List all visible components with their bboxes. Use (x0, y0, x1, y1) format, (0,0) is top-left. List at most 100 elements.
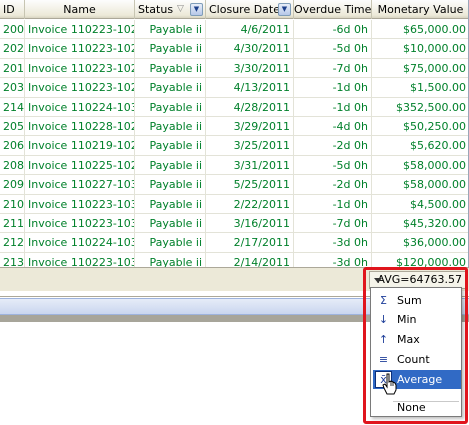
cell-status[interactable]: Payable ii (135, 136, 206, 156)
cell-closure-date[interactable]: 3/30/2011 (206, 58, 294, 78)
cell-id[interactable]: 209 (0, 175, 25, 195)
cell-name[interactable]: Invoice 110224-1035 (25, 97, 135, 117)
cell-closure-date[interactable]: 2/17/2011 (206, 233, 294, 253)
cell-closure-date[interactable]: 4/30/2011 (206, 39, 294, 59)
cell-overdue-time[interactable]: -1d 0h (294, 78, 372, 98)
table-row[interactable]: 214 Invoice 110224-1035 Payable ii 4/28/201… (0, 97, 468, 117)
cell-name[interactable]: Invoice 110225-1029 (25, 155, 135, 175)
cell-id[interactable]: 208 (0, 155, 25, 175)
table-row[interactable]: 203 Invoice 110223-1024 Payable ii 4/13/201… (0, 78, 468, 98)
cell-closure-date[interactable]: 3/31/2011 (206, 155, 294, 175)
cell-name[interactable]: Invoice 110223-1032 (25, 213, 135, 233)
cell-overdue-time[interactable]: -3d 0h (294, 233, 372, 253)
cell-overdue-time[interactable]: -1d 0h (294, 97, 372, 117)
cell-name[interactable]: Invoice 110223-1031 (25, 194, 135, 214)
cell-overdue-time[interactable]: -5d 0h (294, 39, 372, 59)
cell-id[interactable]: 202 (0, 39, 25, 59)
cell-id[interactable]: 212 (0, 233, 25, 253)
cell-status[interactable]: Payable ii (135, 194, 206, 214)
column-header-id[interactable]: ID (0, 0, 25, 19)
cell-name[interactable]: Invoice 110224-1033 (25, 233, 135, 253)
cell-status[interactable]: Payable ii (135, 78, 206, 98)
cell-monetary-value[interactable]: $10,000.00 (372, 39, 468, 58)
cell-overdue-time[interactable]: -2d 0h (294, 175, 372, 195)
table-row[interactable]: 206 Invoice 110219-1027 Payable ii 3/25/201… (0, 136, 468, 156)
table-row[interactable]: 209 Invoice 110227-1030 Payable ii 5/25/201… (0, 175, 468, 195)
table-row[interactable]: 211 Invoice 110223-1032 Payable ii 3/16/201… (0, 213, 468, 234)
cell-status[interactable]: Payable ii (135, 39, 206, 59)
table-row[interactable]: 210 Invoice 110223-1031 Payable ii 2/22/201… (0, 194, 468, 214)
cell-closure-date[interactable]: 5/25/2011 (206, 175, 294, 195)
cell-monetary-value[interactable]: $75,000.00 (372, 59, 468, 78)
cell-overdue-time[interactable]: -1d 0h (294, 194, 372, 214)
cell-overdue-time[interactable]: -2d 0h (294, 136, 372, 156)
cell-name[interactable]: Invoice 110223-1021 (25, 20, 135, 39)
cell-closure-date[interactable]: 4/13/2011 (206, 78, 294, 98)
column-header-name[interactable]: Name (25, 0, 135, 19)
cell-closure-date[interactable]: 3/29/2011 (206, 116, 294, 136)
cell-monetary-value[interactable]: $4,500.00 (372, 195, 468, 214)
dropdown-arrow-icon[interactable] (374, 278, 382, 283)
cell-closure-date[interactable]: 2/22/2011 (206, 194, 294, 214)
cell-id[interactable]: 210 (0, 194, 25, 214)
cell-name[interactable]: Invoice 110223-1023 (25, 39, 135, 59)
cell-id[interactable]: 203 (0, 78, 25, 98)
cell-overdue-time[interactable]: -5d 0h (294, 155, 372, 175)
cell-id[interactable]: 200 (0, 20, 25, 39)
cell-status[interactable]: Payable ii (135, 116, 206, 136)
table-row[interactable]: 200 Invoice 110223-1021 Payable ii 4/6/2011… (0, 20, 468, 40)
table-row[interactable]: 205 Invoice 110228-1026 Payable ii 3/29/201… (0, 116, 468, 137)
cell-overdue-time[interactable]: -6d 0h (294, 20, 372, 39)
cell-closure-date[interactable]: 4/6/2011 (206, 20, 294, 39)
menu-item-sum[interactable]: Σ Sum (373, 291, 461, 310)
chevron-down-icon[interactable]: ▼ (190, 3, 203, 16)
cell-id[interactable]: 214 (0, 97, 25, 117)
menu-item-min[interactable]: ↓ Min (373, 310, 461, 329)
cell-monetary-value[interactable]: $65,000.00 (372, 20, 468, 39)
menu-item-label: None (397, 401, 426, 414)
cell-monetary-value[interactable]: $5,620.00 (372, 136, 468, 155)
cell-id[interactable]: 211 (0, 213, 25, 233)
column-header-monetary-value[interactable]: Monetary Value (372, 0, 468, 19)
cell-monetary-value[interactable]: $58,000.00 (372, 175, 468, 194)
cell-status[interactable]: Payable ii (135, 175, 206, 195)
cell-name[interactable]: Invoice 110223-1024 (25, 78, 135, 98)
column-header-status[interactable]: Status ▽ ▼ (135, 0, 206, 19)
cell-monetary-value[interactable]: $36,000.00 (372, 233, 468, 252)
cell-overdue-time[interactable]: -7d 0h (294, 213, 372, 233)
table-row[interactable]: 201 Invoice 110223-1022 Payable ii 3/30/201… (0, 58, 468, 79)
menu-item-count[interactable]: ≡ Count (373, 350, 461, 369)
cell-status[interactable]: Payable ii (135, 97, 206, 117)
table-row[interactable]: 208 Invoice 110225-1029 Payable ii 3/31/201… (0, 155, 468, 176)
cell-closure-date[interactable]: 3/16/2011 (206, 213, 294, 233)
cell-name[interactable]: Invoice 110219-1027 (25, 136, 135, 156)
cell-id[interactable]: 205 (0, 116, 25, 136)
cell-status[interactable]: Payable ii (135, 155, 206, 175)
menu-item-max[interactable]: ↑ Max (373, 330, 461, 349)
cell-id[interactable]: 201 (0, 58, 25, 78)
cell-name[interactable]: Invoice 110227-1030 (25, 175, 135, 195)
table-row[interactable]: 202 Invoice 110223-1023 Payable ii 4/30/201… (0, 39, 468, 59)
cell-overdue-time[interactable]: -7d 0h (294, 58, 372, 78)
cell-status[interactable]: Payable ii (135, 213, 206, 233)
cell-closure-date[interactable]: 3/25/2011 (206, 136, 294, 156)
cell-overdue-time[interactable]: -4d 0h (294, 116, 372, 136)
cell-status[interactable]: Payable ii (135, 58, 206, 78)
cell-monetary-value[interactable]: $58,000.00 (372, 156, 468, 175)
cell-monetary-value[interactable]: $1,500.00 (372, 78, 468, 97)
filter-icon[interactable]: ▽ (175, 4, 186, 15)
column-header-closure-date[interactable]: Closure Date ▼ (206, 0, 294, 19)
cell-monetary-value[interactable]: $50,250.00 (372, 117, 468, 136)
cell-id[interactable]: 206 (0, 136, 25, 156)
cell-name[interactable]: Invoice 110223-1022 (25, 58, 135, 78)
cell-status[interactable]: Payable ii (135, 20, 206, 39)
table-row[interactable]: 212 Invoice 110224-1033 Payable ii 2/17/201… (0, 233, 468, 253)
cell-name[interactable]: Invoice 110228-1026 (25, 116, 135, 136)
cell-status[interactable]: Payable ii (135, 233, 206, 253)
cell-closure-date[interactable]: 4/28/2011 (206, 97, 294, 117)
cell-monetary-value[interactable]: $352,500.00 (372, 98, 468, 117)
cell-monetary-value[interactable]: $45,320.00 (372, 214, 468, 233)
menu-item-none[interactable]: None (373, 398, 461, 417)
chevron-down-icon[interactable]: ▼ (278, 3, 291, 16)
column-header-overdue-time[interactable]: Overdue Time (294, 0, 372, 19)
